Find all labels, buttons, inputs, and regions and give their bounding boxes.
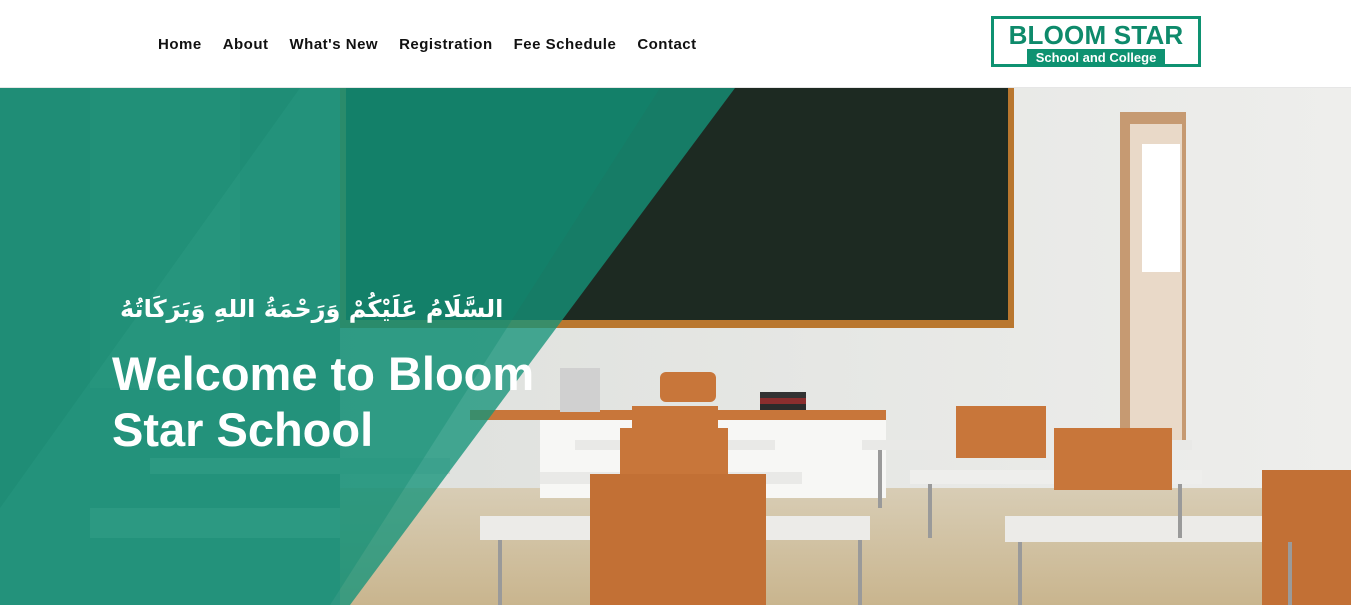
hero-title: Welcome to Bloom Star School <box>112 347 535 456</box>
nav-about[interactable]: About <box>223 36 269 54</box>
site-header: Home About What's New Registration Fee S… <box>0 0 1351 88</box>
arabic-greeting: السَّلَامُ عَلَيْكُمْ وَرَحْمَةُ اللهِ و… <box>120 295 504 323</box>
site-logo[interactable]: BLOOM STAR School and College <box>991 16 1201 67</box>
nav-contact[interactable]: Contact <box>637 36 696 54</box>
logo-title: BLOOM STAR <box>1008 20 1184 50</box>
nav-home[interactable]: Home <box>158 36 202 54</box>
logo-subtitle: School and College <box>1027 49 1165 66</box>
nav-fee-schedule[interactable]: Fee Schedule <box>514 36 617 54</box>
nav-whats-new[interactable]: What's New <box>290 36 379 54</box>
nav-registration[interactable]: Registration <box>399 36 493 54</box>
hero-banner: السَّلَامُ عَلَيْكُمْ وَرَحْمَةُ اللهِ و… <box>0 88 1351 605</box>
main-nav: Home About What's New Registration Fee S… <box>158 36 718 54</box>
